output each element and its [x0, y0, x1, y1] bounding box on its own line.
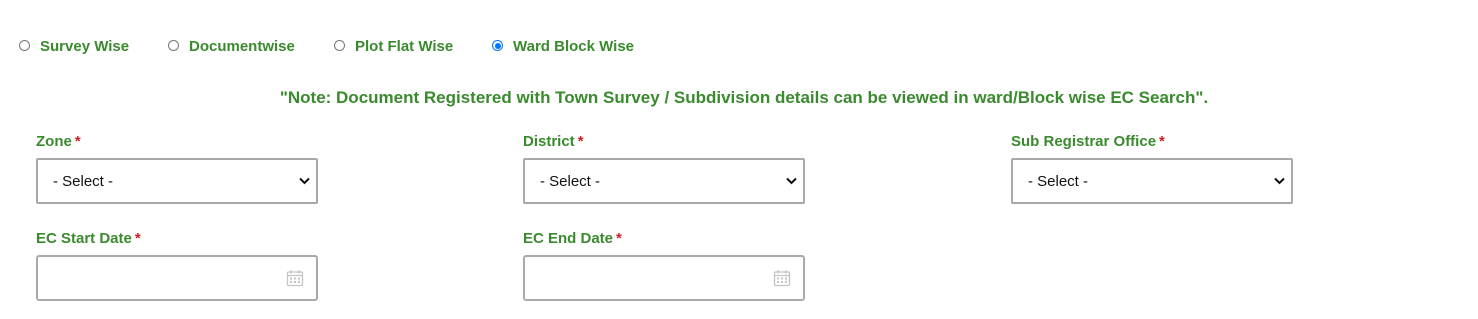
info-note: "Note: Document Registered with Town Sur…	[279, 88, 1209, 107]
radio-label: Survey Wise	[40, 38, 130, 55]
ec-start-date-input[interactable]	[36, 255, 318, 301]
chevron-down-icon	[298, 175, 310, 187]
ec-end-date-input[interactable]	[523, 255, 805, 301]
calendar-icon[interactable]	[773, 269, 791, 287]
zone-field: Zone * - Select -	[36, 132, 318, 204]
district-field: District * - Select -	[523, 132, 805, 204]
ec-start-date-field: EC Start Date *	[36, 229, 318, 301]
chevron-down-icon	[785, 175, 797, 187]
radio-label: Documentwise	[189, 38, 295, 55]
zone-select[interactable]: - Select -	[36, 158, 318, 204]
radio-label: Ward Block Wise	[513, 38, 635, 55]
district-label: District *	[523, 132, 805, 152]
ec-start-date-label-text: EC Start Date	[36, 230, 132, 247]
radio-label: Plot Flat Wise	[355, 38, 454, 55]
ec-end-date-label: EC End Date *	[523, 229, 805, 249]
radio-button[interactable]	[168, 40, 179, 51]
required-mark: *	[1159, 133, 1165, 150]
chevron-down-icon	[1273, 175, 1285, 187]
zone-label: Zone *	[36, 132, 318, 152]
ec-start-date-label: EC Start Date *	[36, 229, 318, 249]
sub-registrar-office-select-value: - Select -	[1028, 172, 1089, 190]
sub-registrar-office-label-text: Sub Registrar Office	[1011, 133, 1157, 150]
radio-button-selected[interactable]	[492, 40, 503, 51]
radio-plot-flat-wise[interactable]: Plot Flat Wise	[334, 38, 453, 55]
district-select[interactable]: - Select -	[523, 158, 805, 204]
ec-end-date-field: EC End Date *	[523, 229, 805, 301]
sub-registrar-office-field: Sub Registrar Office * - Select -	[1011, 132, 1293, 204]
ec-search-form: Survey Wise Documentwise Plot Flat Wise …	[0, 0, 1478, 319]
zone-label-text: Zone	[36, 133, 72, 150]
radio-button[interactable]	[334, 40, 345, 51]
radio-ward-block-wise[interactable]: Ward Block Wise	[492, 38, 634, 55]
sub-registrar-office-select[interactable]: - Select -	[1011, 158, 1293, 204]
sub-registrar-office-label: Sub Registrar Office *	[1011, 132, 1293, 152]
radio-documentwise[interactable]: Documentwise	[168, 38, 295, 55]
calendar-icon[interactable]	[286, 269, 304, 287]
zone-select-value: - Select -	[53, 172, 114, 190]
required-mark: *	[74, 133, 81, 150]
required-mark: *	[577, 133, 584, 150]
radio-button[interactable]	[19, 40, 30, 51]
required-mark: *	[616, 230, 622, 247]
ec-end-date-label-text: EC End Date	[523, 230, 614, 247]
district-select-value: - Select -	[540, 172, 601, 190]
required-mark: *	[134, 230, 141, 247]
radio-survey-wise[interactable]: Survey Wise	[19, 38, 129, 55]
district-label-text: District	[523, 133, 575, 150]
